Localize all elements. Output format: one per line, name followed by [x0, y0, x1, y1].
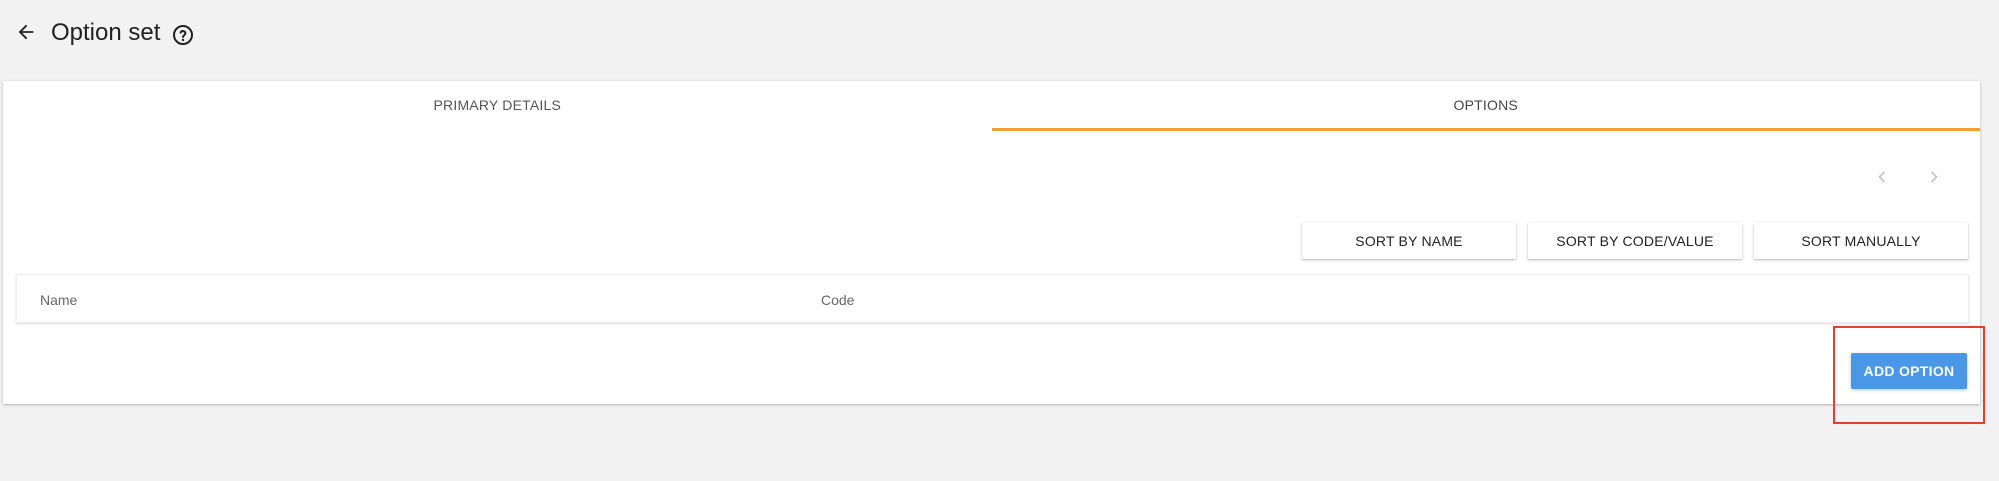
add-option-button[interactable]: ADD OPTION	[1851, 353, 1967, 389]
page-title: Option set	[51, 19, 161, 46]
tab-bar: PRIMARY DETAILS OPTIONS	[3, 81, 1981, 131]
sort-manually-button[interactable]: SORT MANUALLY	[1754, 223, 1968, 259]
previous-page-button[interactable]	[1866, 161, 1898, 193]
options-table: Name Code	[16, 274, 1969, 323]
sort-buttons: SORT BY NAME SORT BY CODE/VALUE SORT MAN…	[1302, 223, 1968, 259]
tab-options[interactable]: OPTIONS	[991, 81, 1981, 131]
page-header: Option set	[0, 0, 1999, 70]
option-set-card: PRIMARY DETAILS OPTIONS SORT BY NAME SOR…	[3, 81, 1980, 404]
chevron-right-icon	[1930, 171, 1938, 183]
pagination	[1866, 161, 1950, 193]
help-circle-icon	[173, 25, 193, 45]
sort-by-name-button[interactable]: SORT BY NAME	[1302, 223, 1516, 259]
column-header-code[interactable]: Code	[821, 275, 854, 324]
chevron-left-icon	[1878, 171, 1886, 183]
back-button[interactable]	[12, 18, 40, 46]
column-header-name[interactable]: Name	[40, 275, 77, 324]
tab-primary-details[interactable]: PRIMARY DETAILS	[3, 81, 992, 129]
sort-by-code-button[interactable]: SORT BY CODE/VALUE	[1528, 223, 1742, 259]
arrow-back-icon	[18, 24, 34, 40]
next-page-button[interactable]	[1918, 161, 1950, 193]
help-button[interactable]	[171, 23, 195, 47]
